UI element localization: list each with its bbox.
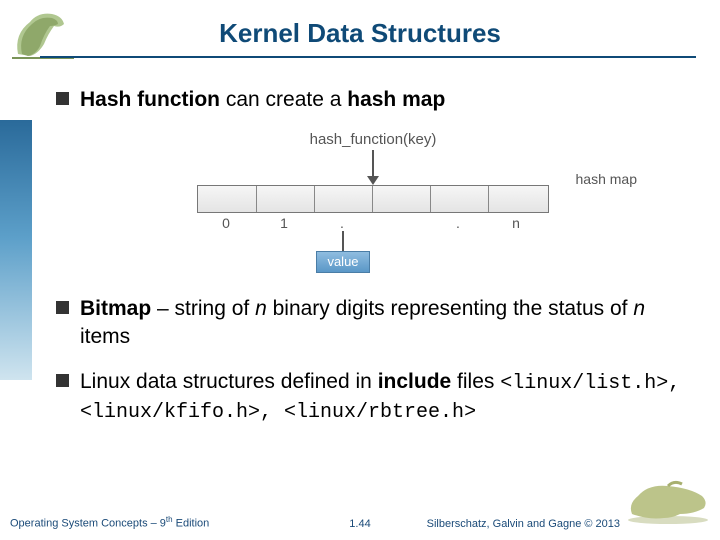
bullet-bitmap: Bitmap – string of n binary digits repre… [56,295,690,350]
hash-cell [489,186,547,212]
diagram-function-label: hash_function(key) [163,131,583,148]
index-label [371,215,429,231]
term-hash-map: hash map [347,88,445,111]
index-label: 0 [197,215,255,231]
arrow-head-icon [367,176,379,185]
term-bitmap: Bitmap [80,297,151,320]
hash-cell [431,186,489,212]
footer-copyright: Silberschatz, Galvin and Gagne © 2013 [427,518,620,530]
arrow-stem [372,150,374,176]
text: files [451,370,500,393]
index-label: . [313,215,371,231]
hash-array [197,185,549,213]
text: Linux data structures defined in [80,370,378,393]
content-area: Hash function can create a hash map hash… [56,86,690,444]
index-label: 1 [255,215,313,231]
index-label: . [429,215,487,231]
title-underline [40,56,696,58]
text: binary digits representing the status of [267,297,634,320]
value-connector [342,231,344,251]
hash-cell [315,186,373,212]
sidebar-gradient [0,120,32,380]
hash-cell [257,186,315,212]
bullet-linux: Linux data structures defined in include… [56,368,690,426]
value-box: value [316,251,370,273]
text: items [80,325,130,348]
var-n: n [255,297,267,320]
text: – string of [151,297,255,320]
index-label: n [487,215,545,231]
text: can create a [220,88,347,111]
hash-cell [373,186,431,212]
var-n: n [633,297,645,320]
hash-cell [199,186,257,212]
hash-map-side-label: hash map [576,171,637,187]
hash-map-diagram: hash_function(key) hash map 0 1 . . n va… [163,131,583,273]
bullet-hash-function: Hash function can create a hash map [56,86,690,113]
term-include: include [378,370,452,393]
hash-index-labels: 0 1 . . n [197,215,549,231]
slide-title: Kernel Data Structures [0,18,720,49]
term-hash-function: Hash function [80,88,220,111]
